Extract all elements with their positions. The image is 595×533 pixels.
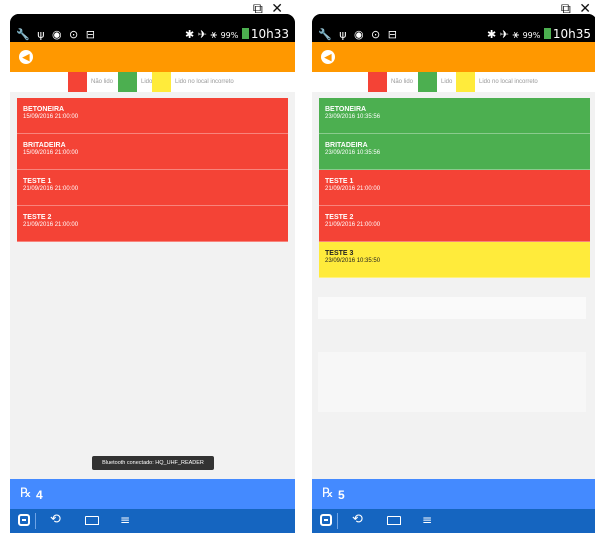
status-bar: 🔧 ψ ◉ ⊙ ⊟ ✱ ✈ ⚹ 99% 10h35	[312, 14, 595, 42]
item-count: 4	[36, 488, 43, 502]
tag-list: BETONEIRA 23/09/2016 10:35:56 BRITADEIRA…	[319, 98, 590, 278]
bluetooth-toast: Bluetooth conectado: HQ_UHF_READER	[92, 456, 214, 470]
item-title: BRITADEIRA	[23, 142, 66, 149]
phone-screen-2: 🔧 ψ ◉ ⊙ ⊟ ✱ ✈ ⚹ 99% 10h35 ◀ Não lido Lid…	[312, 14, 595, 533]
rfid-reader-icon: ℞	[322, 486, 334, 501]
list-item[interactable]: BETONEIRA 15/09/2016 21:00:00	[17, 98, 288, 134]
back-arrow-icon[interactable]: ◀	[19, 50, 33, 64]
item-date: 23/09/2016 10:35:56	[325, 114, 381, 120]
list-item[interactable]: TESTE 1 21/09/2016 21:00:00	[319, 170, 590, 206]
android-nav-bar: ⟲ ≡	[10, 509, 295, 533]
nav-back-icon[interactable]: ⟲	[50, 512, 61, 527]
count-bar: ℞ 5	[312, 479, 595, 509]
list-item[interactable]: TESTE 2 21/09/2016 21:00:00	[319, 206, 590, 242]
legend-swatch-green	[418, 72, 437, 92]
bluetooth-signal-icons: ✱ ✈ ⚹	[185, 28, 218, 41]
list-item[interactable]: TESTE 1 21/09/2016 21:00:00	[17, 170, 288, 206]
status-icons-left: 🔧 ψ ◉ ⊙ ⊟	[16, 28, 97, 41]
content-area: Não lido Lido Lido no local incorreto BE…	[312, 72, 595, 479]
item-title: BRITADEIRA	[325, 142, 368, 149]
back-arrow-icon[interactable]: ◀	[321, 50, 335, 64]
empty-area	[318, 352, 586, 412]
item-date: 21/09/2016 21:00:00	[23, 186, 79, 192]
item-title: BETONEIRA	[23, 106, 65, 113]
battery-icon	[241, 28, 249, 39]
list-item[interactable]: BRITADEIRA 15/09/2016 21:00:00	[17, 134, 288, 170]
legend-label: Não lido	[391, 79, 414, 85]
item-date: 21/09/2016 21:00:00	[325, 222, 381, 228]
tag-list: BETONEIRA 15/09/2016 21:00:00 BRITADEIRA…	[17, 98, 288, 242]
legend-label: Lido	[441, 79, 453, 85]
app-switch-icon[interactable]	[18, 514, 30, 526]
legend-swatch-red	[368, 72, 387, 92]
item-date: 21/09/2016 21:00:00	[23, 222, 79, 228]
nav-divider	[337, 513, 338, 529]
legend-label: Lido	[141, 79, 153, 85]
nav-menu-icon[interactable]: ≡	[120, 513, 130, 527]
item-date: 15/09/2016 21:00:00	[23, 150, 79, 156]
legend-swatch-yellow	[456, 72, 475, 92]
item-date: 23/09/2016 10:35:56	[325, 150, 381, 156]
status-icons-left: 🔧 ψ ◉ ⊙ ⊟	[318, 28, 399, 41]
status-legend: Não lido Lido Lido no local incorreto	[10, 72, 295, 92]
clock-time: 10h35	[552, 27, 591, 41]
rfid-reader-icon: ℞	[20, 486, 32, 501]
nav-home-icon[interactable]	[387, 516, 401, 525]
status-icons-right: ✱ ✈ ⚹ 99% 10h33	[185, 27, 289, 42]
clock-time: 10h33	[250, 27, 289, 41]
legend-wrong-place: Lido no local incorreto	[152, 72, 234, 92]
legend-label: Lido no local incorreto	[479, 79, 538, 85]
legend-swatch-red	[68, 72, 87, 92]
legend-swatch-yellow	[152, 72, 171, 92]
nav-home-icon[interactable]	[85, 516, 99, 525]
list-item[interactable]: BETONEIRA 23/09/2016 10:35:56	[319, 98, 590, 134]
list-item[interactable]: BRITADEIRA 23/09/2016 10:35:56	[319, 134, 590, 170]
legend-read: Lido	[118, 72, 152, 92]
item-title: TESTE 1	[325, 178, 354, 185]
nav-back-icon[interactable]: ⟲	[352, 512, 363, 527]
item-title: BETONEIRA	[325, 106, 367, 113]
app-toolbar: ◀	[10, 42, 295, 72]
item-count: 5	[338, 488, 345, 502]
count-bar: ℞ 4	[10, 479, 295, 509]
window-controls[interactable]: ⧉ ✕	[561, 1, 593, 17]
item-title: TESTE 2	[325, 214, 354, 221]
battery-percent: 99%	[522, 31, 541, 40]
item-date: 23/09/2016 10:35:50	[325, 258, 381, 264]
nav-divider	[35, 513, 36, 529]
legend-label: Não lido	[91, 79, 114, 85]
android-nav-bar: ⟲ ≡	[312, 509, 595, 533]
legend-not-read: Não lido	[68, 72, 113, 92]
app-switch-icon[interactable]	[320, 514, 332, 526]
app-toolbar: ◀	[312, 42, 595, 72]
battery-icon	[543, 28, 551, 39]
content-area: Não lido Lido Lido no local incorreto BE…	[10, 72, 295, 479]
item-date: 15/09/2016 21:00:00	[23, 114, 79, 120]
status-legend: Não lido Lido Lido no local incorreto	[312, 72, 595, 92]
legend-label: Lido no local incorreto	[175, 79, 234, 85]
list-item[interactable]: TESTE 3 23/09/2016 10:35:50	[319, 242, 590, 278]
legend-not-read: Não lido	[368, 72, 413, 92]
item-date: 21/09/2016 21:00:00	[325, 186, 381, 192]
status-bar: 🔧 ψ ◉ ⊙ ⊟ ✱ ✈ ⚹ 99% 10h33	[10, 14, 295, 42]
item-title: TESTE 1	[23, 178, 52, 185]
item-title: TESTE 2	[23, 214, 52, 221]
phone-screen-1: 🔧 ψ ◉ ⊙ ⊟ ✱ ✈ ⚹ 99% 10h33 ◀ Não lido Lid…	[10, 14, 295, 533]
legend-wrong-place: Lido no local incorreto	[456, 72, 538, 92]
legend-swatch-green	[118, 72, 137, 92]
nav-menu-icon[interactable]: ≡	[422, 513, 432, 527]
status-icons-right: ✱ ✈ ⚹ 99% 10h35	[487, 27, 591, 42]
bluetooth-signal-icons: ✱ ✈ ⚹	[487, 28, 520, 41]
legend-read: Lido	[418, 72, 452, 92]
list-item[interactable]: TESTE 2 21/09/2016 21:00:00	[17, 206, 288, 242]
battery-percent: 99%	[220, 31, 239, 40]
window-controls[interactable]: ⧉ ✕	[253, 1, 285, 17]
empty-row	[318, 297, 586, 319]
item-title: TESTE 3	[325, 250, 354, 257]
